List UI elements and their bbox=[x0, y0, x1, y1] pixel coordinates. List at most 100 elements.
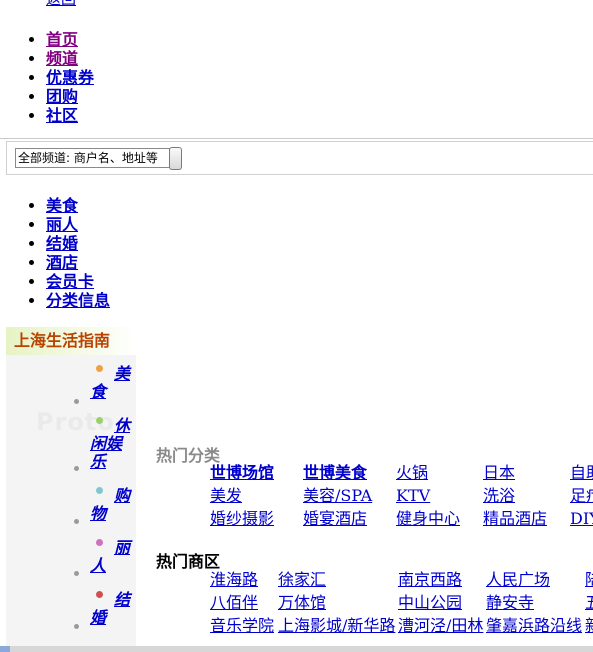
hot-area-link[interactable]: 八佰伴 bbox=[210, 593, 258, 612]
search-input[interactable]: 全部频道: 商户名、地址等 bbox=[15, 148, 173, 168]
hot-area-item: 淮海路 bbox=[210, 569, 258, 591]
hot-category-item: 美发 bbox=[210, 485, 242, 507]
channel-hotel-link[interactable]: 酒店 bbox=[46, 253, 78, 272]
divider bbox=[0, 138, 593, 139]
hot-category-item: 美容/SPA bbox=[303, 485, 372, 507]
hot-category-link[interactable]: 美发 bbox=[210, 486, 242, 505]
channel-nav-item: 分类信息 bbox=[46, 291, 110, 310]
hot-area-link[interactable]: 人民广场 bbox=[486, 570, 550, 589]
hot-area-link[interactable]: 肇嘉浜路沿线 bbox=[486, 616, 582, 635]
nav-home-link[interactable]: 首页 bbox=[46, 30, 78, 49]
hot-category-item: 自助 bbox=[570, 462, 593, 484]
hot-area-link[interactable]: 漕河泾/田林 bbox=[398, 616, 483, 635]
main-nav-item: 团购 bbox=[46, 87, 94, 106]
hot-area-link[interactable]: 静安寺 bbox=[486, 593, 534, 612]
channel-nav-item: 会员卡 bbox=[46, 272, 110, 291]
hot-category-item: 健身中心 bbox=[396, 508, 460, 530]
channel-nav-item: 酒店 bbox=[46, 253, 110, 272]
channel-nav-item: 结婚 bbox=[46, 234, 110, 253]
guide-item-food: 美 食 bbox=[88, 365, 132, 401]
back-link[interactable]: 返回 bbox=[46, 0, 76, 9]
channel-beauty-link[interactable]: 丽人 bbox=[46, 215, 78, 234]
nav-channel-link[interactable]: 频道 bbox=[46, 49, 78, 68]
main-nav-item: 优惠券 bbox=[46, 68, 94, 87]
hot-area-link[interactable]: 陆 bbox=[585, 570, 593, 589]
hot-area-link[interactable]: 上海影城/新华路 bbox=[278, 616, 395, 635]
nav-coupon-link[interactable]: 优惠券 bbox=[46, 68, 94, 87]
hot-category-item: 足疗 bbox=[570, 485, 593, 507]
guide-link[interactable]: 结 bbox=[114, 591, 132, 609]
guide-link[interactable]: 闲娱乐 bbox=[90, 435, 132, 471]
hot-category-link[interactable]: 美容/SPA bbox=[303, 486, 372, 505]
guide-link[interactable]: 食 bbox=[90, 383, 132, 401]
nav-community-link[interactable]: 社区 bbox=[46, 106, 78, 125]
channel-wedding-link[interactable]: 结婚 bbox=[46, 234, 78, 253]
hot-category-link[interactable]: 自助 bbox=[570, 463, 593, 482]
hot-area-link[interactable]: 新 bbox=[585, 616, 593, 635]
guide-link[interactable]: 物 bbox=[90, 505, 132, 523]
hot-area-link[interactable]: 淮海路 bbox=[210, 570, 258, 589]
search-button[interactable] bbox=[169, 147, 182, 170]
hot-area-link[interactable]: 音乐学院 bbox=[210, 616, 274, 635]
hot-category-link[interactable]: 婚宴酒店 bbox=[303, 509, 367, 528]
hot-category-link[interactable]: 世博场馆 bbox=[210, 463, 274, 482]
hot-category-item: 婚纱摄影 bbox=[210, 508, 274, 530]
bullet-dot-icon bbox=[96, 487, 103, 494]
channel-nav-item: 丽人 bbox=[46, 215, 110, 234]
guide-link[interactable]: 婚 bbox=[90, 609, 132, 627]
guide-item-shopping: 购 物 bbox=[88, 487, 132, 523]
list-bullet-icon bbox=[74, 466, 79, 471]
bullet-dot-icon bbox=[96, 591, 103, 598]
guide-item-beauty: 丽 人 bbox=[88, 539, 132, 575]
hot-category-link[interactable]: 婚纱摄影 bbox=[210, 509, 274, 528]
channel-membercard-link[interactable]: 会员卡 bbox=[46, 272, 94, 291]
guide-item-wedding: 结 婚 bbox=[88, 591, 132, 627]
search-bar: 全部频道: 商户名、地址等 bbox=[6, 141, 593, 175]
hot-area-link[interactable]: 五 bbox=[585, 593, 593, 612]
hot-area-item: 上海影城/新华路 bbox=[278, 615, 395, 637]
hot-category-link[interactable]: 洗浴 bbox=[483, 486, 515, 505]
list-bullet-icon bbox=[74, 571, 79, 576]
main-nav-item: 首页 bbox=[46, 30, 94, 49]
hot-category-link[interactable]: 精品酒店 bbox=[483, 509, 547, 528]
bullet-dot-icon bbox=[96, 417, 103, 424]
hot-area-item: 万体馆 bbox=[278, 592, 326, 614]
hot-area-link[interactable]: 中山公园 bbox=[398, 593, 462, 612]
hot-area-item: 陆 bbox=[585, 569, 593, 591]
hot-area-link[interactable]: 南京西路 bbox=[398, 570, 462, 589]
channel-food-link[interactable]: 美食 bbox=[46, 196, 78, 215]
main-nav: 首页 频道 优惠券 团购 社区 bbox=[0, 30, 94, 125]
list-bullet-icon bbox=[74, 519, 79, 524]
bullet-dot-icon bbox=[96, 539, 103, 546]
hot-area-item: 八佰伴 bbox=[210, 592, 258, 614]
hot-category-link[interactable]: 日本 bbox=[483, 463, 515, 482]
hot-area-item: 五 bbox=[585, 592, 593, 614]
page-status-icon bbox=[0, 646, 10, 652]
hot-category-link[interactable]: 火锅 bbox=[396, 463, 428, 482]
hot-category-link[interactable]: 足疗 bbox=[570, 486, 593, 505]
hot-category-link[interactable]: DIY bbox=[570, 509, 593, 528]
hot-area-link[interactable]: 徐家汇 bbox=[278, 570, 326, 589]
guide-link[interactable]: 人 bbox=[90, 557, 132, 575]
hot-area-item: 人民广场 bbox=[486, 569, 550, 591]
nav-groupbuy-link[interactable]: 团购 bbox=[46, 87, 78, 106]
hot-category-item: DIY bbox=[570, 508, 593, 530]
hot-area-link[interactable]: 万体馆 bbox=[278, 593, 326, 612]
hot-area-item: 漕河泾/田林 bbox=[398, 615, 483, 637]
hot-category-link[interactable]: KTV bbox=[396, 486, 430, 505]
channel-classified-link[interactable]: 分类信息 bbox=[46, 291, 110, 310]
hot-category-link[interactable]: 世博美食 bbox=[303, 463, 367, 482]
main-nav-item: 频道 bbox=[46, 49, 94, 68]
guide-item-leisure: 休 闲娱乐 bbox=[88, 417, 132, 471]
guide-title: 上海生活指南 bbox=[6, 327, 136, 355]
guide-link[interactable]: 休 bbox=[114, 417, 132, 435]
list-bullet-icon bbox=[74, 624, 79, 629]
channel-nav: 美食 丽人 结婚 酒店 会员卡 分类信息 bbox=[0, 196, 110, 310]
guide-link[interactable]: 购 bbox=[114, 487, 132, 505]
hot-area-item: 静安寺 bbox=[486, 592, 534, 614]
hot-category-item: 精品酒店 bbox=[483, 508, 547, 530]
guide-link[interactable]: 丽 bbox=[114, 539, 132, 557]
guide-link[interactable]: 美 bbox=[114, 365, 132, 383]
hot-area-item: 徐家汇 bbox=[278, 569, 326, 591]
hot-category-link[interactable]: 健身中心 bbox=[396, 509, 460, 528]
